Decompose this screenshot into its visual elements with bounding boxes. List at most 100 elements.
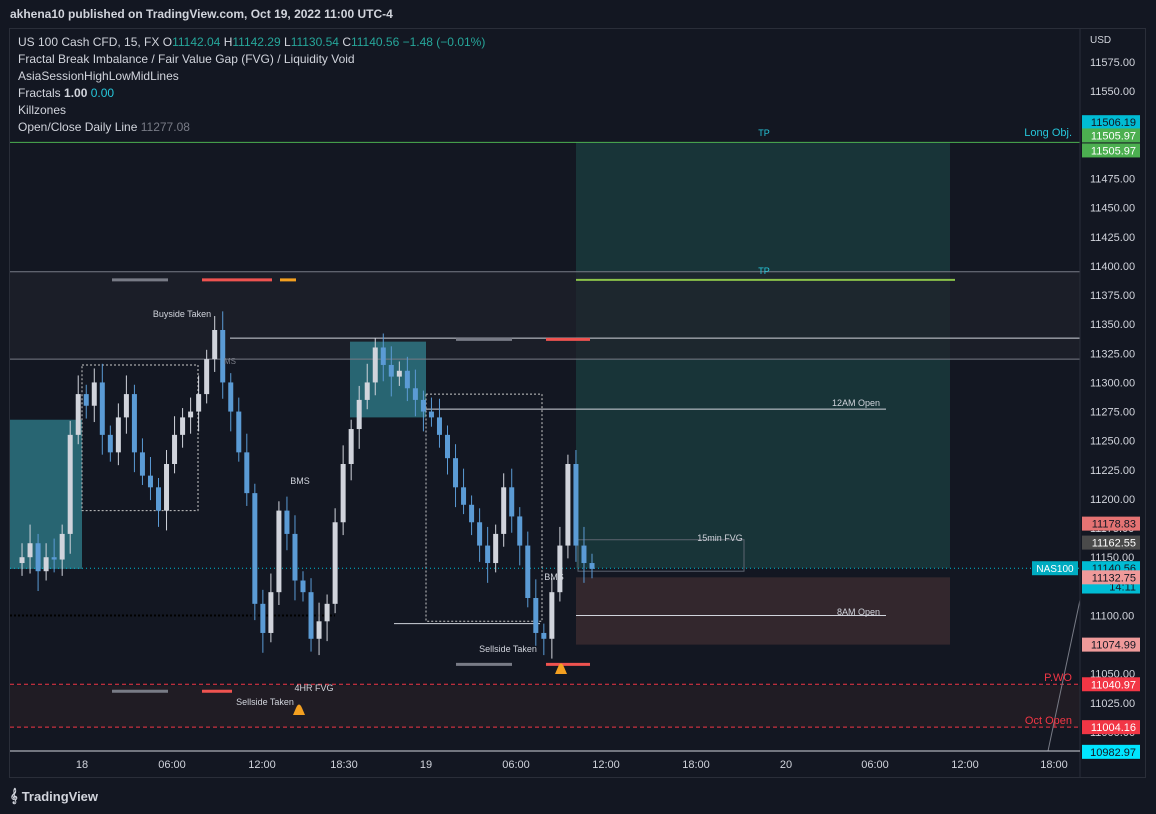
candle-body bbox=[59, 533, 65, 560]
candle-body bbox=[581, 545, 587, 564]
ohlc-row: US 100 Cash CFD, 15, FX O11142.04 H11142… bbox=[18, 34, 485, 51]
candle-body bbox=[212, 330, 218, 360]
x-tick-label: 12:00 bbox=[951, 759, 979, 771]
tradingview-logo-icon: 𝄞 bbox=[10, 788, 18, 803]
candle-body bbox=[549, 592, 555, 639]
price-tag-label: 11074.99 bbox=[1091, 640, 1136, 652]
candle-body bbox=[565, 464, 571, 546]
candle-body bbox=[356, 399, 362, 430]
candle-body bbox=[453, 458, 459, 488]
y-tick-label: 11575.00 bbox=[1090, 57, 1135, 69]
candle-body bbox=[364, 382, 370, 400]
candle-body bbox=[509, 487, 515, 517]
candle-body bbox=[67, 434, 73, 534]
candle-body bbox=[428, 411, 434, 418]
close-value: 11140.56 bbox=[350, 35, 400, 49]
candle-body bbox=[404, 370, 410, 389]
symbol-label[interactable]: US 100 Cash CFD, 15, FX bbox=[18, 35, 159, 49]
x-tick-label: 06:00 bbox=[502, 759, 530, 771]
x-tick-label: 20 bbox=[780, 759, 792, 771]
candle-body bbox=[107, 434, 113, 453]
price-tag-label: 11132.75 bbox=[1092, 572, 1136, 584]
candle-body bbox=[324, 603, 330, 622]
y-tick-label: 11375.00 bbox=[1090, 290, 1135, 302]
x-tick-label: 06:00 bbox=[861, 759, 889, 771]
x-tick-label: 18 bbox=[76, 759, 88, 771]
candle-body bbox=[517, 516, 523, 546]
candle-body bbox=[123, 394, 129, 418]
fvg-15m-label: 15min FVG bbox=[697, 533, 743, 543]
x-tick-label: 18:00 bbox=[682, 759, 710, 771]
candle-body bbox=[501, 487, 507, 534]
indicator-asia[interactable]: AsiaSessionHighLowMidLines bbox=[18, 68, 485, 85]
open-close-value: 11277.08 bbox=[140, 120, 190, 134]
y-tick-label: 11325.00 bbox=[1090, 348, 1135, 360]
price-tag-label: 11506.19 bbox=[1091, 117, 1136, 129]
candle-body bbox=[461, 487, 467, 505]
candle-body bbox=[27, 543, 33, 558]
y-tick-label: 11475.00 bbox=[1090, 174, 1135, 186]
oct-open-label: Oct Open bbox=[1025, 715, 1072, 727]
candle-body bbox=[493, 533, 499, 564]
change-value: −1.48 (−0.01%) bbox=[402, 35, 486, 49]
candle-body bbox=[172, 434, 178, 464]
candle-body bbox=[412, 388, 418, 400]
y-tick-label: 11300.00 bbox=[1090, 377, 1135, 389]
candle-body bbox=[292, 533, 298, 581]
candle-body bbox=[139, 452, 145, 476]
candle-body bbox=[156, 487, 161, 511]
buyside-label: Buyside Taken bbox=[153, 309, 211, 319]
candle-body bbox=[260, 603, 266, 633]
candle-body bbox=[372, 347, 378, 383]
brand-name: TradingView bbox=[21, 788, 99, 804]
candle-body bbox=[228, 382, 234, 412]
x-tick-label: 12:00 bbox=[248, 759, 276, 771]
y-tick-label: 11400.00 bbox=[1090, 261, 1135, 273]
tradingview-footer[interactable]: 𝄞 TradingView bbox=[10, 788, 98, 804]
close-label: C bbox=[342, 35, 351, 49]
candle-body bbox=[43, 557, 49, 572]
candle-body bbox=[196, 394, 202, 412]
x-tick-label: 06:00 bbox=[158, 759, 186, 771]
chart-legend: US 100 Cash CFD, 15, FX O11142.04 H11142… bbox=[18, 34, 485, 136]
indicator-open-close[interactable]: Open/Close Daily Line 11277.08 bbox=[18, 119, 485, 136]
open-value: 11142.04 bbox=[172, 35, 221, 49]
fvg-4h-label: 4HR FVG bbox=[294, 683, 333, 693]
low-value: 11130.54 bbox=[290, 35, 339, 49]
y-tick-label: 11100.00 bbox=[1090, 610, 1134, 622]
candle-body bbox=[445, 434, 450, 459]
candle-body bbox=[19, 557, 25, 564]
candle-body bbox=[340, 464, 346, 523]
candle-body bbox=[164, 464, 170, 511]
fractals-value-2: 0.00 bbox=[90, 86, 115, 100]
indicator-fvg[interactable]: Fractal Break Imbalance / Fair Value Gap… bbox=[18, 51, 485, 68]
price-tag-label: 11505.97 bbox=[1091, 145, 1136, 157]
y-tick-label: 11275.00 bbox=[1090, 407, 1135, 419]
candle-body bbox=[308, 592, 314, 639]
fvg-4h-zone bbox=[10, 685, 1080, 728]
candle-body bbox=[180, 417, 186, 435]
open-close-name: Open/Close Daily Line bbox=[18, 120, 138, 134]
indicator-fractals[interactable]: Fractals 1.00 0.00 bbox=[18, 85, 485, 102]
pwo-label: P.WO bbox=[1044, 672, 1072, 684]
candle-body bbox=[396, 370, 402, 377]
price-tag-label: 11004.16 bbox=[1091, 722, 1136, 734]
candle-body bbox=[91, 382, 97, 406]
candle-body bbox=[589, 563, 595, 569]
candle-body bbox=[35, 543, 41, 572]
symbol-tag-label: NAS100 bbox=[1036, 564, 1074, 575]
indicator-killzones[interactable]: Killzones bbox=[18, 102, 485, 119]
candle-body bbox=[436, 417, 442, 435]
candle-body bbox=[420, 399, 426, 412]
y-tick-label: 11450.00 bbox=[1090, 203, 1135, 215]
candle-body bbox=[541, 632, 547, 639]
candle-body bbox=[388, 364, 394, 377]
candle-body bbox=[252, 493, 258, 604]
asia-box-1 bbox=[81, 364, 199, 512]
y-tick-label: 11350.00 bbox=[1090, 319, 1135, 331]
candle-body bbox=[75, 394, 81, 435]
price-tag-label: 11040.97 bbox=[1091, 679, 1136, 691]
price-tag-label: 11505.97 bbox=[1091, 130, 1136, 142]
candle-body bbox=[268, 592, 274, 633]
candle-body bbox=[557, 545, 563, 593]
